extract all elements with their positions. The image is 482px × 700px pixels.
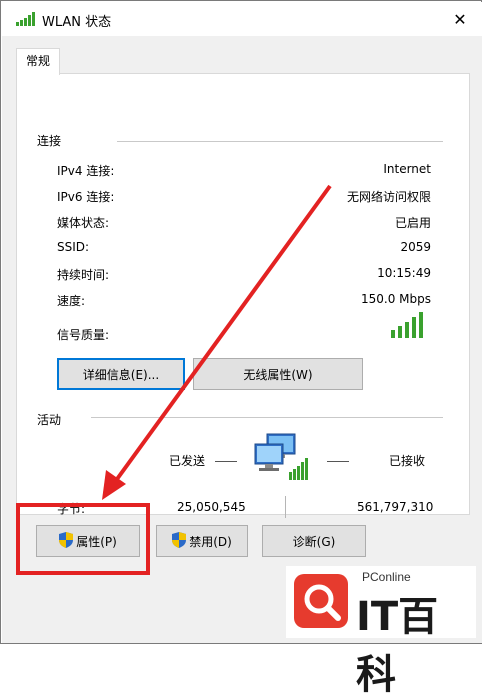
highlight-box (16, 503, 150, 575)
watermark-small-text: PConline (362, 570, 411, 584)
magnifier-logo-icon (292, 572, 350, 633)
watermark-brand-text: IT百科 (356, 594, 439, 698)
tab-general[interactable]: 常规 (16, 48, 60, 75)
watermark: PConline IT百科 (286, 566, 476, 698)
